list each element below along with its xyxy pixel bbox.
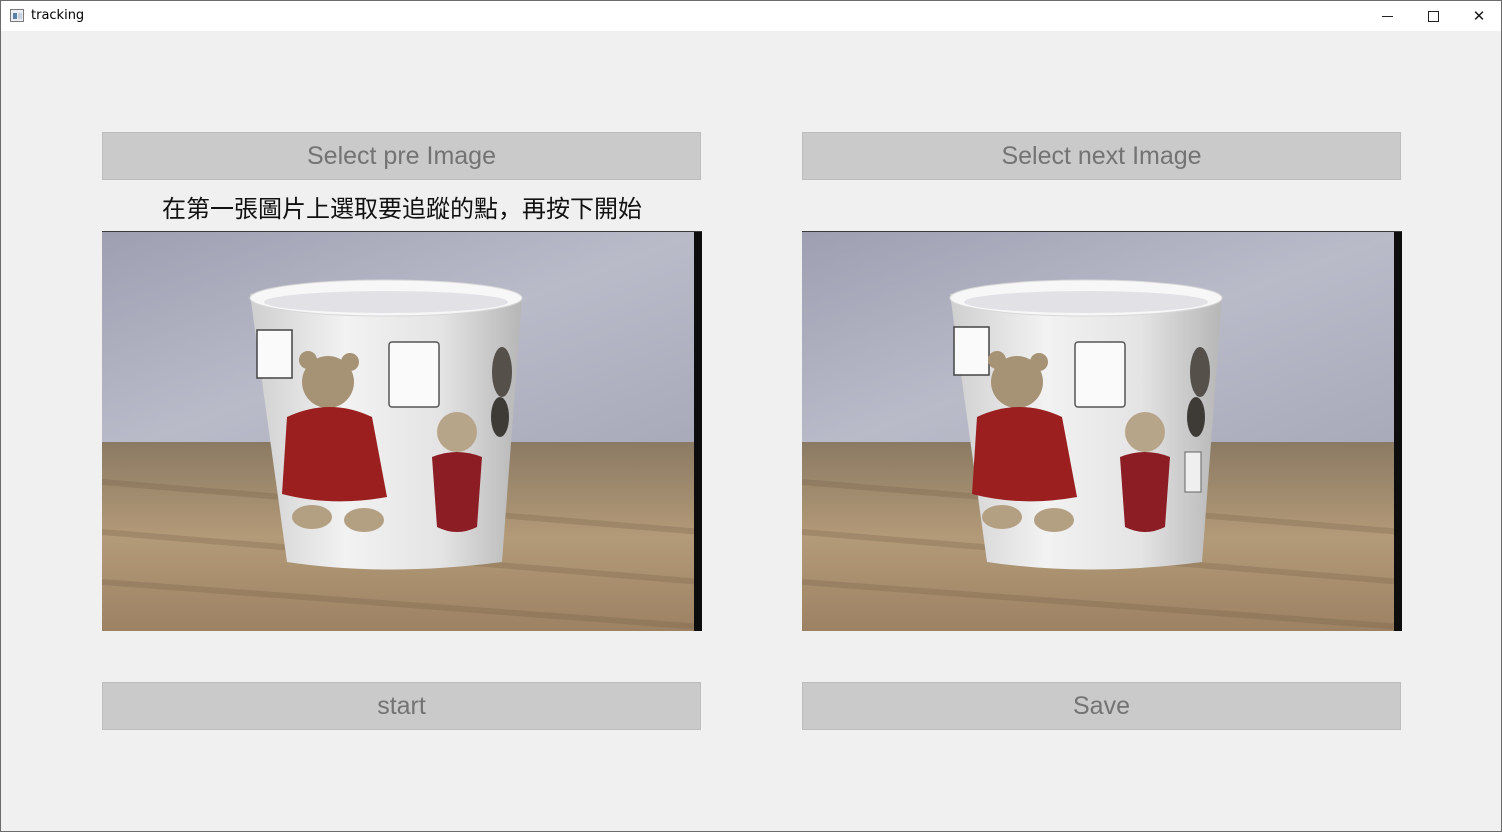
window-title: tracking — [31, 8, 85, 23]
maximize-button[interactable] — [1410, 1, 1456, 31]
select-next-image-button[interactable]: Select next Image — [802, 132, 1401, 180]
maximize-icon — [1427, 10, 1439, 22]
next-image-view[interactable] — [802, 231, 1402, 631]
title-bar[interactable]: tracking ✕ — [1, 1, 1501, 31]
save-button[interactable]: Save — [802, 682, 1401, 730]
close-icon: ✕ — [1472, 7, 1486, 25]
app-window: tracking ✕ Select pre Image Select next … — [0, 0, 1502, 832]
minimize-button[interactable] — [1364, 1, 1410, 31]
close-button[interactable]: ✕ — [1456, 1, 1502, 31]
cup-photo-next — [802, 232, 1402, 631]
start-button[interactable]: start — [102, 682, 701, 730]
instruction-label: 在第一張圖片上選取要追蹤的點，再按下開始 — [162, 195, 642, 223]
app-icon — [10, 9, 24, 22]
select-pre-image-button[interactable]: Select pre Image — [102, 132, 701, 180]
cup-photo-pre — [102, 232, 702, 631]
minimize-icon — [1381, 15, 1393, 17]
pre-image-view[interactable] — [102, 231, 702, 631]
